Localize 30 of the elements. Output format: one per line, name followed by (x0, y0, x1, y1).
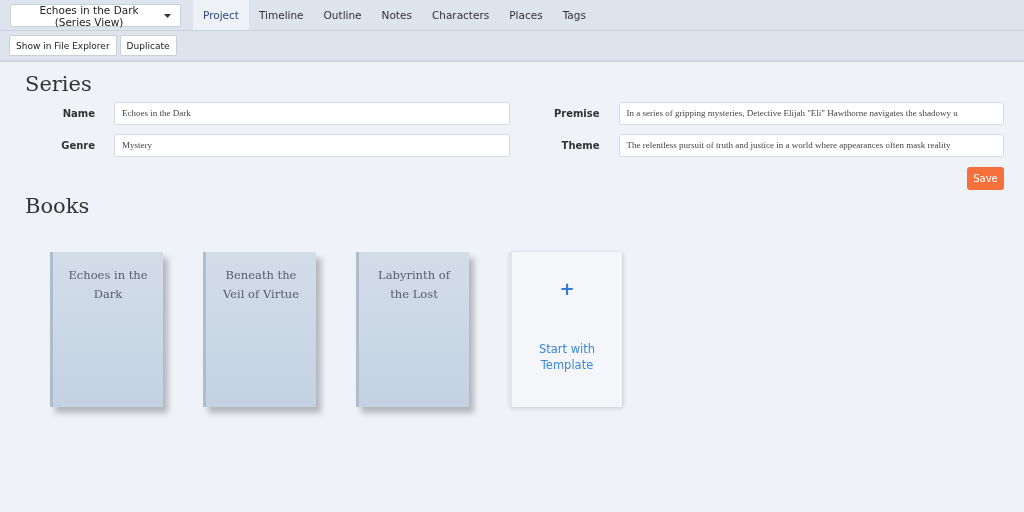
book-card[interactable]: Echoes in the Dark (50, 252, 163, 407)
tab[interactable]: Notes (371, 0, 422, 30)
tab[interactable]: Places (499, 0, 553, 30)
project-selector[interactable]: Echoes in the Dark (Series View) (10, 4, 181, 27)
template-card[interactable]: + Start with Template (509, 252, 622, 407)
field-label: Theme (560, 140, 600, 151)
field-label: Genre (60, 140, 95, 151)
toolbar-button[interactable]: Show in File Explorer (9, 35, 117, 56)
field-label: Name (61, 108, 95, 119)
tab[interactable]: Project (193, 0, 249, 30)
plus-icon: + (559, 278, 575, 299)
section-heading: Series (25, 72, 93, 96)
template-label: Start with Template (537, 341, 597, 373)
caret-icon (164, 13, 171, 18)
input-field[interactable]: Echoes in the Dark (114, 102, 510, 125)
section-heading: Books (25, 194, 91, 218)
tab[interactable]: Tags (552, 0, 596, 30)
toolbar-button[interactable]: Duplicate (119, 35, 177, 56)
tab[interactable]: Characters (421, 0, 500, 30)
tab[interactable]: Outline (313, 0, 372, 30)
book-title: Labyrinth of the Lost (377, 267, 452, 303)
book-title: Beneath the Veil of Virtue (222, 267, 300, 303)
book-card[interactable]: Labyrinth of the Lost (356, 252, 469, 407)
book-title: Echoes in the Dark (67, 267, 149, 303)
book-card[interactable]: Beneath the Veil of Virtue (203, 252, 316, 407)
input-field[interactable]: In a series of gripping mysteries, Detective Elijah "Eli" Hawthorne navigates the shadowy u (618, 102, 1004, 125)
field-label: Premise (552, 108, 600, 119)
input-field[interactable]: The relentless pursuit of truth and justice in a world where appearances often mask reality (618, 134, 1004, 157)
tab[interactable]: Timeline (248, 0, 314, 30)
input-field[interactable]: Mystery (114, 134, 510, 157)
